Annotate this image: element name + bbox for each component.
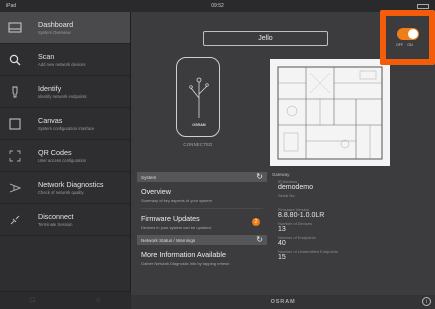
help-icon[interactable]: ○ [96, 297, 100, 304]
sidebar-item-label: Canvas [38, 116, 63, 125]
dashboard-icon [6, 19, 24, 37]
firmware-updates-row[interactable]: Firmware Updates Devices in your system … [137, 209, 267, 235]
toggle-container: OFF ON [386, 16, 429, 59]
gateway-info-panel: Gateway IP Address demodemo Serial No. F… [270, 172, 430, 294]
sidebar-item-label: Scan [38, 52, 55, 61]
gateway-device-card[interactable]: OSRAM [176, 57, 220, 137]
brand-logo: OSRAM [270, 299, 296, 305]
serial-value [278, 198, 430, 205]
unidentified-value: 15 [278, 254, 286, 261]
devices-value: 13 [278, 226, 286, 233]
sidebar-item-disconnect[interactable]: Disconnect Terminate Session [0, 204, 130, 236]
gateway-header: Gateway [272, 172, 290, 177]
floorplan-image[interactable] [270, 59, 390, 166]
disconnect-icon [6, 211, 24, 229]
network-info-row[interactable]: More Information Available Gather Networ… [137, 245, 267, 271]
firmware-value: 8.8.80-1.0.0LR [278, 212, 325, 219]
row-title: Overview [141, 187, 171, 196]
row-subtitle: Summary of key aspects of your system [141, 198, 212, 203]
sidebar-item-sub: Terminate Session [38, 222, 73, 227]
sidebar-item-sub: User access configuration [38, 158, 87, 163]
qr-icon [6, 147, 24, 165]
row-title: Firmware Updates [141, 214, 200, 223]
highlight-box: OFF ON [380, 10, 435, 65]
refresh-icon[interactable]: ↻ [256, 236, 263, 244]
network-icon [6, 179, 24, 197]
sidebar-item-label: Network Diagnostics [38, 180, 104, 189]
sidebar-item-dashboard[interactable]: Dashboard System Overview [0, 12, 130, 44]
sidebar-item-label: Disconnect [38, 212, 74, 221]
sidebar-footer: □ ○ [0, 291, 131, 309]
toggle-off-label: OFF [396, 43, 404, 47]
battery-icon [417, 3, 429, 9]
sidebar-item-scan[interactable]: Scan Add new network devices [0, 44, 130, 76]
sidebar-item-label: QR Codes [38, 148, 72, 157]
row-title: More Information Available [141, 250, 226, 259]
network-section-header: Network Status / Warnings ↻ [137, 235, 267, 245]
power-toggle[interactable] [397, 28, 419, 40]
device-name: iPad [6, 3, 17, 9]
endpoints-value: 40 [278, 240, 286, 247]
section-title: Network Status / Warnings [141, 237, 196, 243]
canvas-icon [6, 115, 24, 133]
footer: OSRAM i [131, 295, 435, 309]
info-icon[interactable]: i [422, 297, 431, 306]
system-panel: System ↻ Overview Summary of key aspects… [137, 172, 267, 294]
sidebar-item-network-diagnostics[interactable]: Network Diagnostics Check of network qua… [0, 172, 130, 204]
update-count-badge: 2 [252, 218, 260, 226]
ip-value: demodemo [278, 184, 314, 191]
bulb-icon [6, 83, 24, 101]
sidebar-item-qr-codes[interactable]: QR Codes User access configuration [0, 140, 130, 172]
settings-icon[interactable]: □ [31, 297, 35, 304]
sidebar-item-sub: Identify network endpoints [38, 94, 87, 99]
sidebar-item-sub: Add new network devices [38, 62, 86, 67]
system-section-header: System ↻ [137, 172, 267, 182]
refresh-icon[interactable]: ↻ [256, 173, 263, 181]
sidebar-item-canvas[interactable]: Canvas System configuration interface [0, 108, 130, 140]
sidebar-item-label: Identify [38, 84, 62, 93]
sidebar-item-sub: Check of network quality [38, 190, 84, 195]
toggle-knob [408, 29, 418, 39]
overview-row[interactable]: Overview Summary of key aspects of your … [137, 182, 267, 208]
sidebar-item-sub: System Overview [38, 30, 71, 35]
toggle-on-label: ON [407, 43, 413, 47]
gateway-graphic: OSRAM [189, 77, 209, 127]
toggle-labels: OFF ON [396, 43, 413, 47]
status-bar: iPad 09:52 [0, 0, 435, 12]
sidebar: Dashboard System Overview Scan Add new n… [0, 12, 131, 309]
section-title: System [141, 174, 157, 180]
row-subtitle: Devices in your system can be updated [141, 225, 211, 230]
row-subtitle: Gather Network Diagnostic info by tappin… [141, 261, 230, 266]
clock: 09:52 [211, 3, 224, 9]
search-icon [6, 51, 24, 69]
device-brand-mark: OSRAM [192, 123, 205, 127]
sidebar-item-identify[interactable]: Identify Identify network endpoints [0, 76, 130, 108]
connection-status: CONNECTED [183, 142, 213, 147]
gateway-name-field[interactable]: Jello [203, 31, 328, 46]
sidebar-item-sub: System configuration interface [38, 126, 95, 131]
sidebar-item-label: Dashboard [38, 20, 74, 29]
